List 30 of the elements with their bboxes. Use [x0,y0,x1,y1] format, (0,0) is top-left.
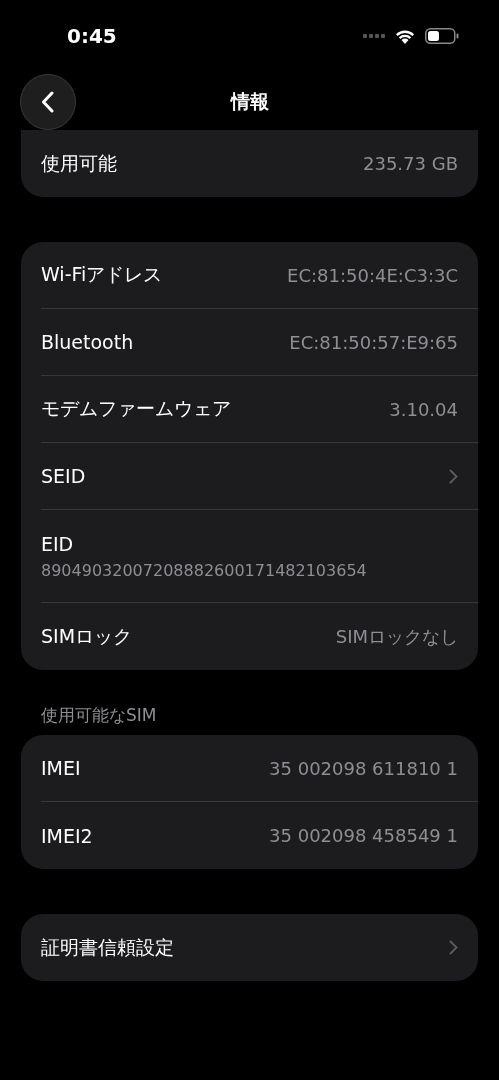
chevron-right-icon [449,468,458,484]
row-label: 証明書信頼設定 [41,934,174,960]
row-label: SIMロック [41,623,133,649]
link-row[interactable]: SEID [41,443,478,510]
row-label: Wi-Fiアドレス [41,262,163,287]
row-value: 235.73 GB [363,153,458,174]
signal-icon [363,34,385,38]
back-button[interactable] [20,74,76,130]
row-value: EC:81:50:57:E9:65 [289,331,458,353]
row-value: EC:81:50:4E:C3:3C [287,264,458,286]
section-header: 使用可能なSIM [41,704,158,727]
wifi-icon [395,28,415,44]
back-icon [41,91,55,113]
status-time: 0:45 [67,24,117,48]
row-value: 89049032007208882600171482103654 [41,560,368,580]
row-value: 35 002098 458549 1 [269,825,458,846]
row-label: EID [41,532,75,555]
row-label: IMEI [41,757,81,779]
row-value: 3.10.04 [389,398,458,420]
chevron-right-icon [449,940,458,955]
row-value: SIMロックなし [335,624,458,649]
row-label: 使用可能 [41,150,117,176]
row-label: SEID [41,465,86,487]
page-title: 情報 [230,89,269,114]
link-row[interactable]: 証明書信頼設定 [41,914,478,981]
row-value: 35 002098 611810 1 [269,757,458,779]
row-label: IMEI2 [41,824,93,847]
battery-icon [425,28,459,44]
row-label: モデムファームウェア [41,396,231,421]
row-label: Bluetooth [41,331,134,353]
